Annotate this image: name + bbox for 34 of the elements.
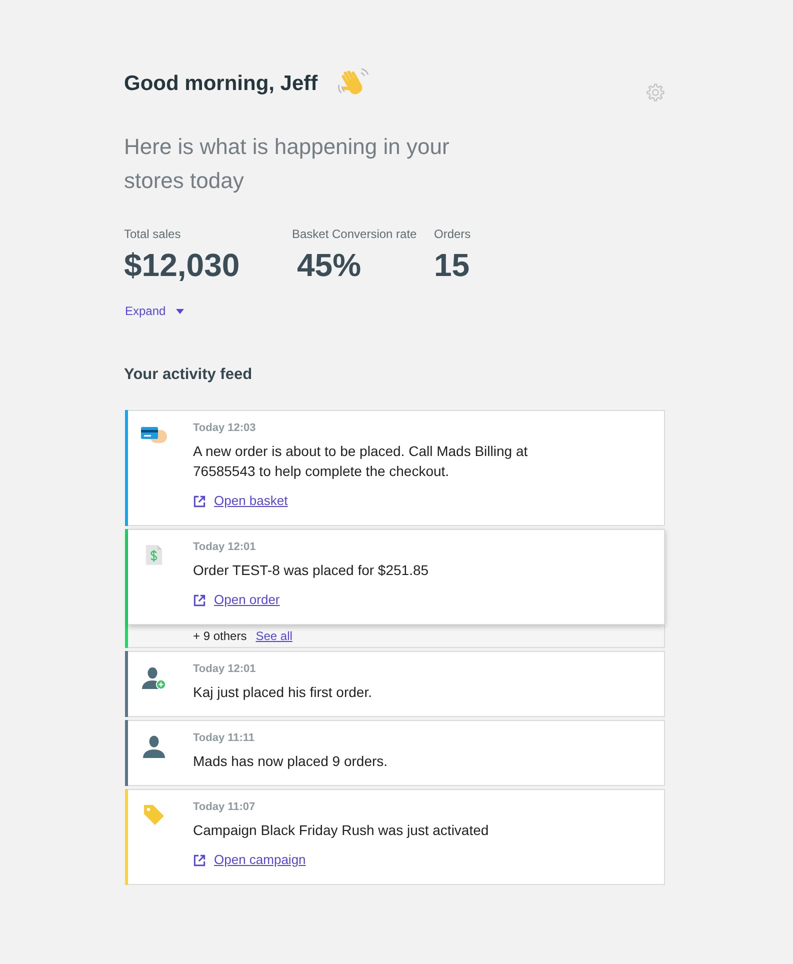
event-text: Campaign Black Friday Rush was just activated — [193, 821, 489, 840]
stat-label: Basket Conversion rate — [292, 226, 418, 242]
subtitle-text: Here is what is happening in your stores today — [124, 133, 450, 195]
event-time: Today 12:01 — [193, 540, 256, 554]
dollar-document-icon — [145, 544, 163, 566]
section-heading: Your activity feed — [124, 365, 254, 385]
event-text: A new order is about to be placed. Call Mads Billing at 76585543 to help complete the checkout. — [193, 442, 529, 481]
stat-label: Orders — [434, 226, 472, 242]
external-link-icon — [193, 854, 206, 866]
action-link[interactable]: Open basket — [193, 491, 288, 511]
settings-icon[interactable] — [646, 83, 665, 102]
event-time: Today 11:07 — [193, 800, 256, 814]
event-time: Today 12:01 — [193, 662, 256, 676]
card-in-hand-icon — [141, 425, 167, 445]
greeting-heading: Good morning, Jeff — [124, 71, 318, 97]
person-icon — [143, 735, 165, 758]
stat-label: Total sales — [124, 226, 182, 242]
event-text: Order TEST-8 was placed for $251.85 — [193, 561, 429, 580]
event-time: Today 12:03 — [193, 421, 256, 435]
action-link[interactable]: Open order — [193, 590, 280, 610]
stat-value: 45% — [296, 246, 362, 285]
action-link[interactable]: Open campaign — [193, 850, 306, 870]
external-link-icon — [193, 494, 206, 508]
others-count: + 9 others — [193, 628, 247, 644]
event-text: Kaj just placed his first order. — [193, 683, 372, 702]
stat-value: 15 — [434, 246, 471, 285]
person-plus-icon — [142, 666, 166, 690]
tag-icon — [143, 804, 165, 826]
see-all-link[interactable]: See all — [256, 628, 292, 644]
external-link-icon — [193, 594, 206, 606]
event-text: Mads has now placed 9 orders. — [193, 752, 388, 771]
stat-value: $12,030 — [124, 246, 241, 285]
event-time: Today 11:11 — [193, 731, 255, 745]
expand-button[interactable]: Expand — [124, 303, 184, 319]
